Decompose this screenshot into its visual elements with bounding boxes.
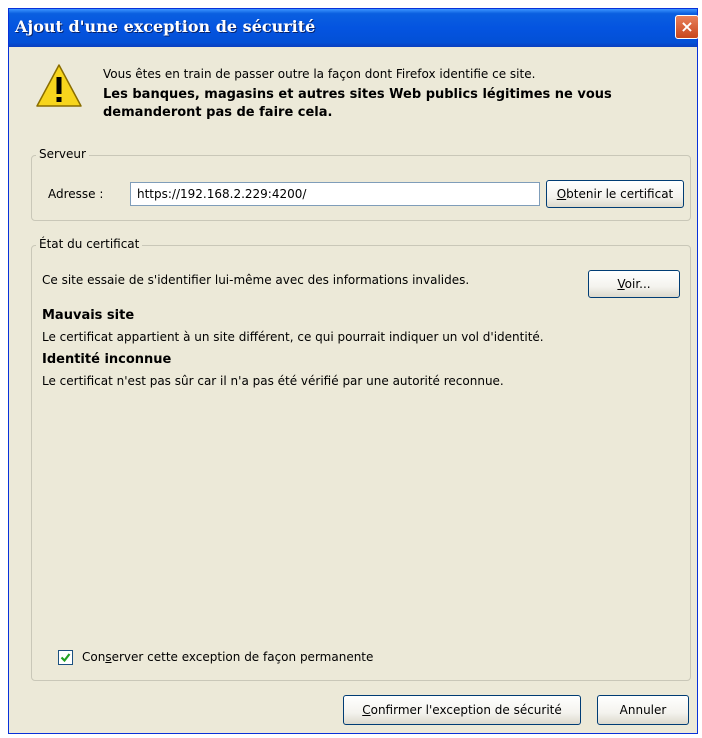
- title-bar[interactable]: Ajout d'une exception de sécurité ×: [9, 9, 699, 47]
- security-exception-dialog: Ajout d'une exception de sécurité × Vous…: [8, 8, 699, 734]
- warning-message-line-1: Vous êtes en train de passer outre la fa…: [103, 67, 536, 81]
- certificate-status-label: État du certificat: [36, 237, 143, 251]
- window-title: Ajout d'une exception de sécurité: [15, 17, 316, 36]
- server-group: Serveur Adresse : https://192.168.2.229:…: [31, 147, 691, 221]
- warning-message-line-2: Les banques, magasins et autres sites We…: [103, 87, 612, 102]
- address-input[interactable]: https://192.168.2.229:4200/: [130, 182, 540, 206]
- wrong-site-title: Mauvais site: [42, 308, 135, 323]
- certificate-status-group: État du certificat Ce site essaie de s'i…: [31, 237, 691, 681]
- wrong-site-description: Le certificat appartient à un site diffé…: [42, 330, 544, 344]
- server-group-label: Serveur: [36, 147, 89, 161]
- view-certificate-button[interactable]: Voir...: [588, 270, 680, 298]
- get-certificate-button[interactable]: Obtenir le certificat: [546, 180, 684, 208]
- close-icon: ×: [680, 17, 694, 36]
- certificate-status-description: Ce site essaie de s'identifier lui-même …: [42, 273, 470, 287]
- close-button[interactable]: ×: [675, 15, 699, 39]
- unknown-identity-title: Identité inconnue: [42, 352, 172, 367]
- checkmark-icon: [60, 653, 71, 663]
- confirm-exception-button[interactable]: Confirmer l'exception de sécurité: [343, 695, 581, 725]
- address-label: Adresse :: [48, 187, 104, 201]
- permanent-exception-label[interactable]: Conserver cette exception de façon perma…: [82, 650, 373, 664]
- unknown-identity-description: Le certificat n'est pas sûr car il n'a p…: [42, 374, 504, 388]
- warning-message-line-3: demanderont pas de faire cela.: [103, 105, 333, 120]
- warning-triangle-icon: [36, 64, 82, 107]
- cancel-button[interactable]: Annuler: [597, 695, 689, 725]
- permanent-exception-checkbox[interactable]: [58, 650, 73, 665]
